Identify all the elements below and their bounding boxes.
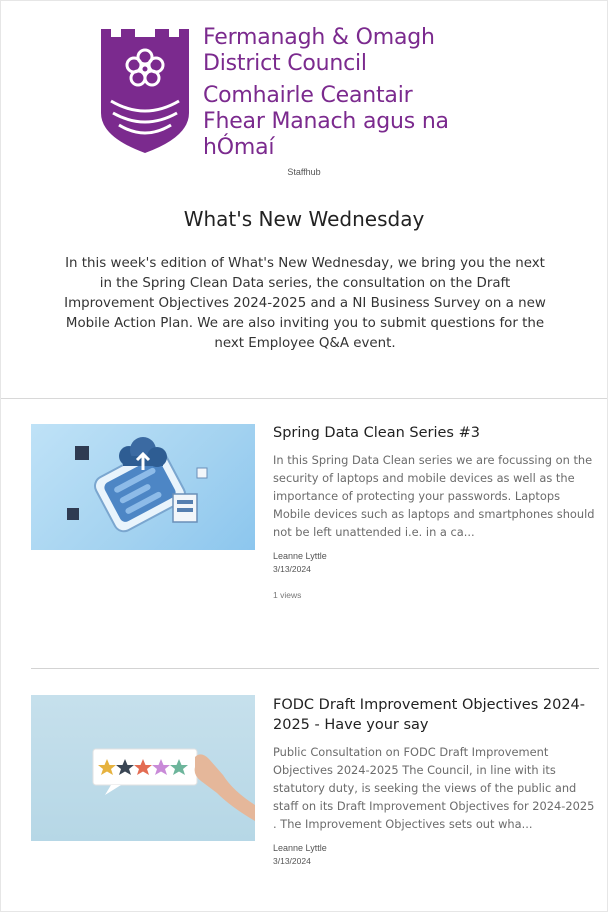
news-author[interactable]: Leanne Lyttle xyxy=(273,551,599,561)
news-title[interactable]: FODC Draft Improvement Objectives 2024-2… xyxy=(273,695,599,735)
news-description: In this Spring Data Clean series we are … xyxy=(273,453,595,539)
page-title: What's New Wednesday xyxy=(183,207,425,231)
council-name-ga-line1: Comhairle Ceantair xyxy=(203,82,413,108)
council-logo[interactable]: Fermanagh & Omagh District Council Comha… xyxy=(101,25,521,160)
news-date: 3/13/2024 xyxy=(273,564,311,574)
news-date: 3/13/2024 xyxy=(273,856,311,866)
council-name: Fermanagh & Omagh District Council Comha… xyxy=(203,25,521,161)
council-name-en-line2: District Council xyxy=(203,50,367,76)
council-name-ga-line2: Fhear Manach agus na hÓmaí xyxy=(203,108,449,160)
news-author[interactable]: Leanne Lyttle xyxy=(273,843,599,853)
newsletter-header: Fermanagh & Omagh District Council Comha… xyxy=(1,1,607,399)
council-crest-icon xyxy=(101,29,189,153)
cloud-smartphone-illustration xyxy=(67,437,208,533)
intro-text: In this week's edition of What's New Wed… xyxy=(64,256,546,351)
star-rating-illustration xyxy=(92,748,255,821)
news-item-text: Spring Data Clean Series #3 In this Spri… xyxy=(273,423,599,600)
news-description: Public Consultation on FODC Draft Improv… xyxy=(273,745,595,831)
site-name[interactable]: Staffhub xyxy=(1,167,607,177)
news-item-text: FODC Draft Improvement Objectives 2024-2… xyxy=(273,695,599,866)
news-thumbnail[interactable] xyxy=(31,424,255,550)
newsletter-page: Fermanagh & Omagh District Council Comha… xyxy=(0,0,608,912)
news-divider xyxy=(31,668,599,669)
news-views: 1 views xyxy=(273,590,302,600)
news-title[interactable]: Spring Data Clean Series #3 xyxy=(273,423,599,443)
news-thumbnail[interactable] xyxy=(31,695,255,841)
council-name-en-line1: Fermanagh & Omagh xyxy=(203,25,435,50)
